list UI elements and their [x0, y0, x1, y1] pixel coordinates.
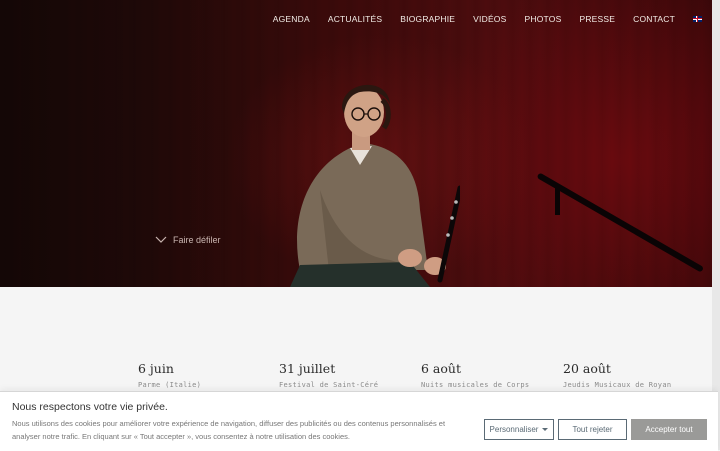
event-place: Nuits musicales de Corps [421, 381, 530, 389]
stair-post [555, 185, 560, 215]
event-item[interactable]: 6 juin Parme (Italie) [138, 361, 278, 389]
cookie-title: Nous respectons votre vie privée. [12, 401, 168, 413]
customize-label: Personnaliser [489, 425, 539, 434]
nav-presse[interactable]: PRESSE [579, 14, 615, 24]
cookie-description: Nous utilisons des cookies pour améliore… [12, 419, 446, 441]
nav-agenda[interactable]: AGENDA [273, 14, 310, 24]
cookie-consent-banner: Nous respectons votre vie privée. Nous u… [0, 391, 718, 451]
page-scrollbar[interactable] [712, 0, 720, 450]
main-navigation: AGENDA ACTUALITÉS BIOGRAPHIE VIDÉOS PHOT… [255, 14, 702, 24]
caret-down-icon [542, 428, 549, 431]
event-place: Parme (Italie) [138, 381, 202, 389]
reject-all-button[interactable]: Tout rejeter [558, 419, 627, 440]
nav-contact[interactable]: CONTACT [633, 14, 675, 24]
nav-actualites[interactable]: ACTUALITÉS [328, 14, 382, 24]
nav-biographie[interactable]: BIOGRAPHIE [400, 14, 455, 24]
uk-flag-icon[interactable] [693, 16, 702, 22]
event-date: 6 juin [138, 361, 174, 376]
event-place: Jeudis Musicaux de Royan [563, 381, 672, 389]
event-place: Festival de Saint-Céré [279, 381, 379, 389]
nav-photos[interactable]: PHOTOS [525, 14, 562, 24]
event-date: 20 août [563, 361, 611, 376]
event-date: 31 juillet [279, 361, 336, 376]
accept-all-button[interactable]: Accepter tout [631, 419, 707, 440]
chevron-down-icon [155, 236, 167, 243]
hero-banner: Faire défiler AGENDA ACTUALITÉS BIOGRAPH… [0, 0, 712, 287]
event-item[interactable]: 20 août Jeudis Musicaux de Royan [563, 361, 703, 389]
event-item[interactable]: 6 août Nuits musicales de Corps [421, 361, 561, 389]
scroll-label: Faire défiler [173, 235, 221, 245]
event-item[interactable]: 31 juillet Festival de Saint-Céré [279, 361, 419, 389]
nav-videos[interactable]: VIDÉOS [473, 14, 506, 24]
event-date: 6 août [421, 361, 461, 376]
scroll-down-cue[interactable]: Faire défiler [155, 235, 221, 245]
customize-button[interactable]: Personnaliser [484, 419, 554, 440]
musician-photo [290, 84, 460, 287]
